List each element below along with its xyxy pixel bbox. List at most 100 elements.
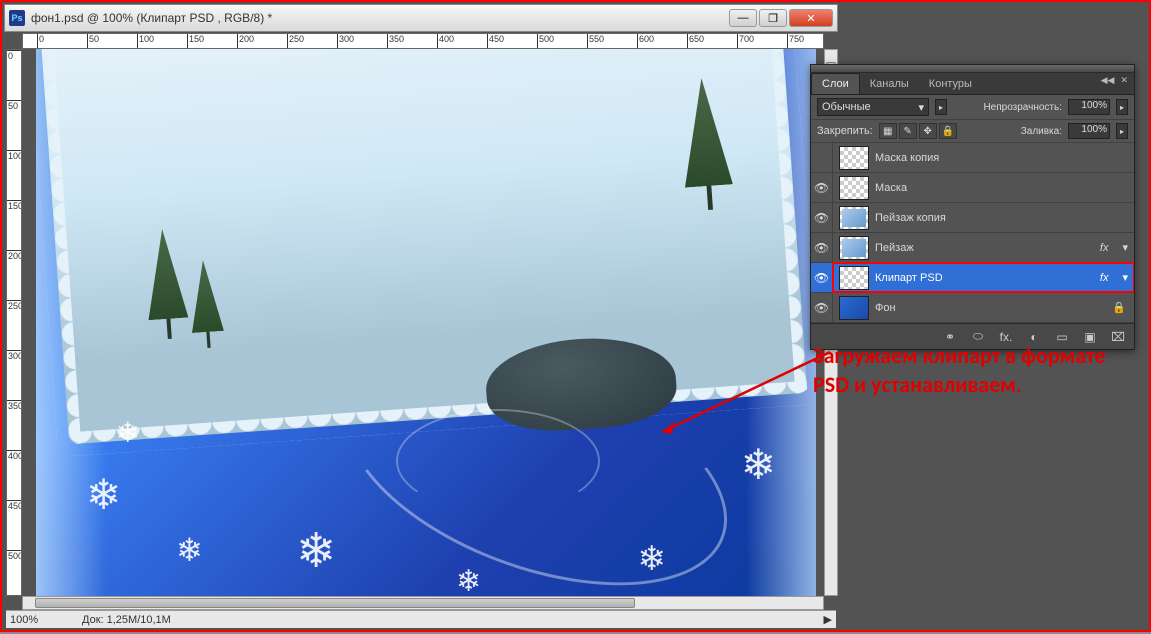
tab-слои[interactable]: Слои: [811, 73, 860, 94]
layer-name-label[interactable]: Пейзаж: [875, 242, 1092, 254]
layer-row[interactable]: Маска копия: [811, 143, 1134, 173]
blend-mode-value: Обычные: [822, 101, 871, 113]
ruler-horizontal[interactable]: 0501001502002503003504004505005506006507…: [22, 33, 824, 49]
blend-mode-select[interactable]: Обычные ▾: [817, 98, 929, 116]
lock-icon: 🔒: [1104, 301, 1134, 314]
layer-name-label[interactable]: Фон: [875, 302, 1104, 314]
fill-input[interactable]: 100%: [1068, 123, 1110, 139]
layer-thumbnail[interactable]: [839, 206, 869, 230]
maximize-button[interactable]: ❐: [759, 9, 787, 27]
fill-arrow-button[interactable]: ▸: [1116, 123, 1128, 139]
opacity-arrow-button[interactable]: ▸: [1116, 99, 1128, 115]
snowflake-icon: ❄: [116, 416, 139, 449]
layer-name-label[interactable]: Маска копия: [875, 152, 1134, 164]
ruler-mark: 500: [8, 551, 22, 561]
ruler-mark: 650: [689, 34, 704, 44]
ruler-mark: 200: [239, 34, 254, 44]
close-button[interactable]: ✕: [789, 9, 833, 27]
lock-position-icon[interactable]: ✥: [919, 123, 937, 139]
statusbar-arrow-icon[interactable]: ▶: [824, 613, 832, 626]
ruler-mark: 550: [589, 34, 604, 44]
layer-thumbnail[interactable]: [839, 146, 869, 170]
tab-контуры[interactable]: Контуры: [919, 74, 982, 94]
lock-all-icon[interactable]: 🔒: [939, 123, 957, 139]
ruler-mark: 700: [739, 34, 754, 44]
titlebar[interactable]: Ps фон1.psd @ 100% (Клипарт PSD , RGB/8)…: [4, 4, 838, 32]
layer-name-label[interactable]: Пейзаж копия: [875, 212, 1134, 224]
layer-name-label[interactable]: Маска: [875, 182, 1134, 194]
ruler-mark: 300: [8, 351, 22, 361]
layer-thumbnail[interactable]: [839, 236, 869, 260]
ruler-mark: 350: [8, 401, 22, 411]
doc-info: Док: 1,25M/10,1M: [82, 614, 171, 626]
tree-decoration: [677, 76, 734, 211]
panel-grip[interactable]: [811, 65, 1134, 73]
layer-visibility-icon[interactable]: [811, 143, 833, 172]
layer-name-label[interactable]: Клипарт PSD: [875, 272, 1092, 284]
layer-row[interactable]: 👁 Пейзаж копия: [811, 203, 1134, 233]
ruler-mark: 600: [639, 34, 654, 44]
ruler-mark: 250: [8, 301, 22, 311]
ruler-vertical[interactable]: 050100150200250300350400450500550: [6, 49, 22, 596]
layer-thumbnail[interactable]: [839, 176, 869, 200]
layer-thumbnail[interactable]: [839, 266, 869, 290]
snowflake-icon: ❄: [638, 539, 667, 579]
layer-row[interactable]: 👁 Фон🔒: [811, 293, 1134, 323]
ruler-mark: 100: [8, 151, 22, 161]
layer-visibility-icon[interactable]: 👁: [811, 263, 833, 292]
layer-visibility-icon[interactable]: 👁: [811, 173, 833, 202]
tree-decoration: [142, 228, 190, 341]
snowflake-icon: ❄: [176, 531, 203, 569]
fill-label: Заливка:: [1021, 126, 1062, 137]
scrollbar-horizontal[interactable]: [22, 596, 824, 610]
layer-row[interactable]: 👁 Пейзажfx▾: [811, 233, 1134, 263]
blend-arrow-button[interactable]: ▸: [935, 99, 947, 115]
opacity-label: Непрозрачность:: [983, 102, 1062, 113]
ruler-mark: 350: [389, 34, 404, 44]
snowflake-icon: ❄: [741, 440, 776, 489]
layer-fx-icon[interactable]: fx: [1092, 272, 1117, 284]
scrollbar-thumb[interactable]: [35, 598, 635, 608]
canvas-area[interactable]: ❄ ❄ ❄ ❄ ❄ ❄ ❄: [22, 49, 824, 596]
layers-panel[interactable]: ◀◀ ✕ СлоиКаналыКонтуры Обычные ▾ ▸ Непро…: [810, 64, 1135, 350]
panel-close-icon[interactable]: ✕: [1118, 75, 1130, 86]
layer-row[interactable]: 👁 Маска: [811, 173, 1134, 203]
window-title: фон1.psd @ 100% (Клипарт PSD , RGB/8) *: [31, 11, 729, 25]
ruler-mark: 150: [189, 34, 204, 44]
chevron-down-icon[interactable]: ▾: [1116, 271, 1134, 284]
annotation-text: Загружаем клипарт в формате PSD и устана…: [813, 342, 1123, 399]
layer-thumbnail[interactable]: [839, 296, 869, 320]
layer-visibility-icon[interactable]: 👁: [811, 233, 833, 262]
canvas[interactable]: ❄ ❄ ❄ ❄ ❄ ❄ ❄: [36, 49, 816, 596]
snowflake-icon: ❄: [86, 470, 121, 519]
lock-paint-icon[interactable]: ✎: [899, 123, 917, 139]
layers-list: Маска копия👁Маска👁Пейзаж копия👁Пейзажfx▾…: [811, 143, 1134, 323]
snowflake-icon: ❄: [296, 523, 336, 579]
tree-decoration: [187, 259, 225, 349]
opacity-input[interactable]: 100%: [1068, 99, 1110, 115]
minimize-button[interactable]: —: [729, 9, 757, 27]
layer-visibility-icon[interactable]: 👁: [811, 293, 833, 322]
layer-row[interactable]: 👁 Клипарт PSDfx▾: [811, 263, 1134, 293]
lock-fill-row: Закрепить: ▦✎✥🔒 Заливка: 100% ▸: [811, 120, 1134, 143]
ruler-mark: 150: [8, 201, 22, 211]
ruler-mark: 0: [39, 34, 44, 44]
document-window: Ps фон1.psd @ 100% (Клипарт PSD , RGB/8)…: [4, 4, 838, 630]
layer-visibility-icon[interactable]: 👁: [811, 203, 833, 232]
snowflake-icon: ❄: [456, 564, 481, 596]
statusbar: 100% Док: 1,25M/10,1M ▶: [6, 610, 836, 628]
chevron-down-icon[interactable]: ▾: [1116, 241, 1134, 254]
ruler-mark: 100: [139, 34, 154, 44]
zoom-value[interactable]: 100%: [10, 614, 70, 626]
ruler-mark: 450: [8, 501, 22, 511]
ruler-mark: 500: [539, 34, 554, 44]
swirl-decoration: [336, 369, 736, 569]
panel-collapse-icon[interactable]: ◀◀: [1099, 75, 1117, 86]
ruler-mark: 400: [439, 34, 454, 44]
ruler-mark: 250: [289, 34, 304, 44]
blend-opacity-row: Обычные ▾ ▸ Непрозрачность: 100% ▸: [811, 95, 1134, 120]
lock-label: Закрепить:: [817, 125, 873, 137]
lock-pixels-icon[interactable]: ▦: [879, 123, 897, 139]
tab-каналы[interactable]: Каналы: [860, 74, 919, 94]
layer-fx-icon[interactable]: fx: [1092, 242, 1117, 254]
